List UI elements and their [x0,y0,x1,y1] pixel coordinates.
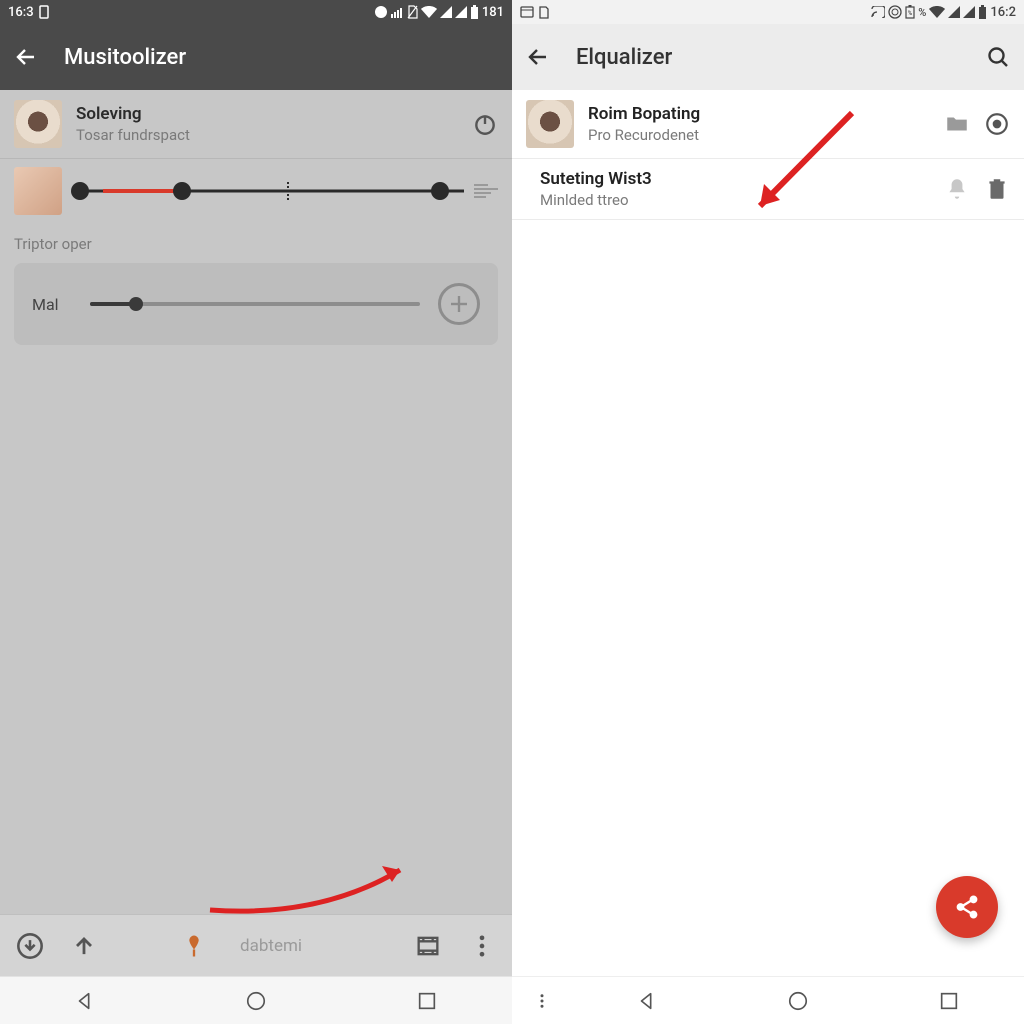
wifi-icon [929,6,945,18]
item-thumbnail [526,100,574,148]
no-sim-icon [406,5,418,19]
toolbar-title: Elqualizer [576,45,672,70]
pin-icon[interactable] [180,932,208,960]
panel-label: Mal [32,295,72,314]
track-subtitle: Tosar fundrspact [76,126,458,144]
list-item-1[interactable]: Roim Bopating Pro Recurodenet [512,90,1024,159]
multi-knob-slider[interactable] [72,171,464,211]
item-subtitle: Minlded ttreo [540,191,930,209]
nav-recent-icon[interactable] [938,990,960,1012]
trash-icon[interactable] [984,176,1010,202]
status-bar-right: % % 16:2 [512,0,1024,24]
cell-icon [440,6,452,18]
nav-back-icon[interactable] [636,990,658,1012]
bottom-bar: dabtemi [0,914,512,976]
sim-icon [38,5,50,19]
back-icon[interactable] [14,45,38,69]
volume-slider[interactable] [90,292,420,316]
nav-bar-right [512,976,1024,1024]
nav-bar-left [0,976,512,1024]
face-icon [374,5,388,19]
signal-bars-icon [391,6,403,18]
share-fab[interactable] [936,876,998,938]
sync-icon [888,5,902,19]
status-bar-left: 16:3 181 [0,0,512,24]
track-title: Soleving [76,104,458,124]
battery-pct-icon: % [905,5,915,19]
battery-icon [470,5,479,19]
track-thumbnail [14,100,62,148]
back-icon[interactable] [526,45,550,69]
slider-thumbnail [14,167,62,215]
svg-text:%: % [908,10,913,17]
cell-icon [948,6,960,18]
clock: 16:2 [990,5,1016,20]
cell2-icon [455,6,467,18]
list-item-2[interactable]: Suteting Wist3 Minlded ttreo [512,159,1024,220]
wifi-icon [421,6,437,18]
toolbar-left: Musitoolizer [0,24,512,90]
cell2-icon [963,6,975,18]
download-icon[interactable] [16,932,44,960]
item-subtitle: Pro Recurodenet [588,126,930,144]
search-icon[interactable] [986,45,1010,69]
track-row-1[interactable]: Soleving Tosar fundrspact [0,90,512,159]
battery-pct: 181 [482,5,504,20]
sd-icon [538,6,549,19]
nav-home-icon[interactable] [245,990,267,1012]
target-icon[interactable] [984,111,1010,137]
toolbar-right: Elqualizer [512,24,1024,90]
add-button[interactable] [438,283,480,325]
section-caption: Triptor oper [0,229,512,263]
volume-panel: Mal [14,263,498,345]
upload-icon[interactable] [70,932,98,960]
cast-icon [871,6,885,18]
item-title: Roim Bopating [588,104,930,124]
visualizer-icon [474,184,498,198]
nav-menu-icon[interactable] [512,992,572,1010]
clock: 16:3 [8,5,34,20]
toolbar-title: Musitoolizer [64,45,186,70]
film-icon[interactable] [414,932,442,960]
bell-icon[interactable] [944,176,970,202]
nav-back-icon[interactable] [74,990,96,1012]
item-title: Suteting Wist3 [540,169,930,189]
folder-icon[interactable] [944,111,970,137]
battery-icon [978,5,987,19]
nav-home-icon[interactable] [787,990,809,1012]
nav-recent-icon[interactable] [416,990,438,1012]
waveform-slider-row [0,159,512,229]
card-icon [520,6,534,18]
more-icon[interactable] [468,932,496,960]
bottom-label: dabtemi [240,936,302,956]
power-icon[interactable] [472,111,498,137]
